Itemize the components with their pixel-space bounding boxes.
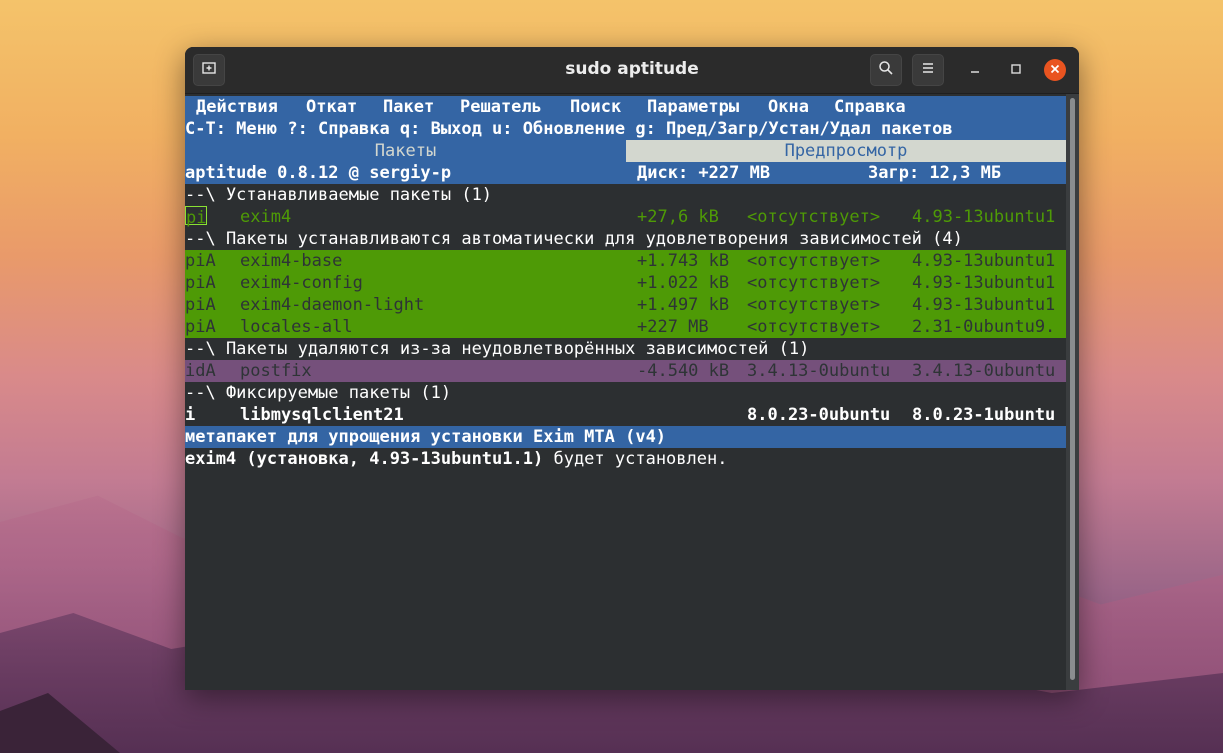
hamburger-icon — [920, 60, 936, 80]
menu-package[interactable]: Пакет — [383, 96, 434, 118]
package-name: exim4-daemon-light — [240, 295, 425, 315]
group-installed: --\ Устанавливаемые пакеты (1) — [185, 185, 493, 205]
package-size: +1.743 kB — [637, 251, 730, 271]
menu-search[interactable]: Поиск — [570, 96, 621, 118]
package-flags: piA — [185, 251, 216, 271]
search-icon — [878, 60, 894, 80]
title-bar[interactable]: sudo aptitude — [185, 47, 1079, 94]
package-row-postfix[interactable]: idA postfix -4.540 kB 3.4.13-0ubuntu 3.4… — [185, 360, 1066, 382]
group-header[interactable]: --\ Пакеты устанавливаются автоматически… — [185, 228, 1066, 250]
maximize-icon — [1010, 61, 1022, 79]
close-button[interactable] — [1044, 59, 1066, 81]
scrollbar[interactable] — [1066, 94, 1079, 690]
hint-line: C-T: Меню ?: Справка q: Выход u: Обновле… — [185, 118, 1066, 140]
package-description: метапакет для упрощения установки Exim M… — [185, 427, 667, 447]
group-removed: --\ Пакеты удаляются из-за неудовлетворё… — [185, 339, 810, 359]
search-button[interactable] — [870, 54, 902, 86]
package-name: exim4 — [240, 207, 292, 227]
package-candidate: 3.4.13-0ubuntu — [912, 361, 1056, 381]
package-size: +227 MB — [637, 317, 709, 337]
group-header[interactable]: --\ Пакеты удаляются из-за неудовлетворё… — [185, 338, 1066, 360]
package-candidate: 4.93-13ubuntu1 — [912, 251, 1056, 271]
info-line: exim4 (установка, 4.93-13ubuntu1.1) буде… — [185, 448, 1066, 470]
package-candidate: 4.93-13ubuntu1 — [912, 295, 1056, 315]
package-name: exim4-config — [240, 273, 363, 293]
info-status: будет установлен. — [543, 449, 728, 469]
package-flags: pi — [185, 206, 208, 228]
package-name: locales-all — [240, 317, 353, 337]
package-flags: piA — [185, 273, 216, 293]
view-tabs: Пакеты Предпросмотр — [185, 140, 1066, 162]
package-name: libmysqlclient21 — [240, 405, 404, 425]
package-flags: idA — [185, 361, 216, 381]
package-current: 3.4.13-0ubuntu — [747, 361, 891, 381]
package-current: <отсутствует> — [747, 273, 881, 293]
package-flags: piA — [185, 295, 216, 315]
disk-usage: Диск: +227 MB — [637, 163, 771, 183]
package-current: <отсутствует> — [747, 251, 881, 271]
package-size: +27,6 kB — [637, 207, 719, 227]
scrollbar-thumb[interactable] — [1070, 98, 1075, 680]
package-current: <отсутствует> — [747, 207, 881, 227]
package-row-exim4-config[interactable]: piA exim4-config +1.022 kB <отсутствует>… — [185, 272, 1066, 294]
close-icon — [1050, 63, 1060, 78]
download-size: Загр: 12,3 МБ — [868, 163, 1002, 183]
aptitude-menubar: Действия Откат Пакет Решатель Поиск Пара… — [185, 96, 1066, 118]
status-line: aptitude 0.8.12 @ sergiy-p Диск: +227 MB… — [185, 162, 1066, 184]
maximize-button[interactable] — [1004, 58, 1028, 82]
menu-views[interactable]: Окна — [768, 96, 809, 118]
package-flags: i — [185, 405, 196, 425]
hint-text: C-T: Меню ?: Справка q: Выход u: Обновле… — [185, 119, 953, 139]
package-current: 8.0.23-0ubuntu — [747, 405, 891, 425]
tab-packages[interactable]: Пакеты — [185, 140, 626, 162]
package-candidate: 2.31-0ubuntu9. — [912, 317, 1056, 337]
package-flags: piA — [185, 317, 216, 337]
menu-options[interactable]: Параметры — [647, 96, 739, 118]
minimize-button[interactable] — [963, 58, 987, 82]
package-row-locales-all[interactable]: piA locales-all +227 MB <отсутствует> 2.… — [185, 316, 1066, 338]
minimize-icon — [969, 61, 981, 79]
group-header[interactable]: --\ Фиксируемые пакеты (1) — [185, 382, 1066, 404]
group-auto: --\ Пакеты устанавливаются автоматически… — [185, 229, 963, 249]
text-cursor: pi — [185, 206, 208, 228]
description-line: метапакет для упрощения установки Exim M… — [185, 426, 1066, 448]
menu-help[interactable]: Справка — [834, 96, 906, 118]
menu-resolver[interactable]: Решатель — [460, 96, 542, 118]
package-current: <отсутствует> — [747, 295, 881, 315]
info-text: exim4 (установка, 4.93-13ubuntu1.1) буде… — [185, 448, 727, 470]
package-size: +1.497 kB — [637, 295, 730, 315]
terminal-area[interactable]: Действия Откат Пакет Решатель Поиск Пара… — [185, 94, 1066, 690]
terminal-window: sudo aptitude Действия Откат Пакет Решат… — [185, 47, 1079, 690]
tab-preview[interactable]: Предпросмотр — [626, 140, 1066, 162]
window-title: sudo aptitude — [565, 59, 699, 79]
package-row-exim4[interactable]: pi exim4 +27,6 kB <отсутствует> 4.93-13u… — [185, 206, 1066, 228]
menu-undo[interactable]: Откат — [306, 96, 357, 118]
menu-actions[interactable]: Действия — [196, 96, 278, 118]
version-text: aptitude 0.8.12 @ sergiy-p — [185, 163, 452, 183]
group-held: --\ Фиксируемые пакеты (1) — [185, 383, 452, 403]
package-size: -4.540 kB — [637, 361, 730, 381]
package-candidate: 4.93-13ubuntu1 — [912, 207, 1056, 227]
package-row-exim4-base[interactable]: piA exim4-base +1.743 kB <отсутствует> 4… — [185, 250, 1066, 272]
group-header[interactable]: --\ Устанавливаемые пакеты (1) — [185, 184, 1066, 206]
package-candidate: 4.93-13ubuntu1 — [912, 273, 1056, 293]
package-size: +1.022 kB — [637, 273, 730, 293]
menu-button[interactable] — [912, 54, 944, 86]
info-package: exim4 (установка, 4.93-13ubuntu1.1) — [185, 449, 544, 469]
package-row-exim4-daemon-light[interactable]: piA exim4-daemon-light +1.497 kB <отсутс… — [185, 294, 1066, 316]
package-current: <отсутствует> — [747, 317, 881, 337]
package-row-libmysqlclient21[interactable]: i libmysqlclient21 8.0.23-0ubuntu 8.0.23… — [185, 404, 1066, 426]
package-name: exim4-base — [240, 251, 343, 271]
package-name: postfix — [240, 361, 312, 381]
package-candidate: 8.0.23-1ubuntu — [912, 405, 1056, 425]
